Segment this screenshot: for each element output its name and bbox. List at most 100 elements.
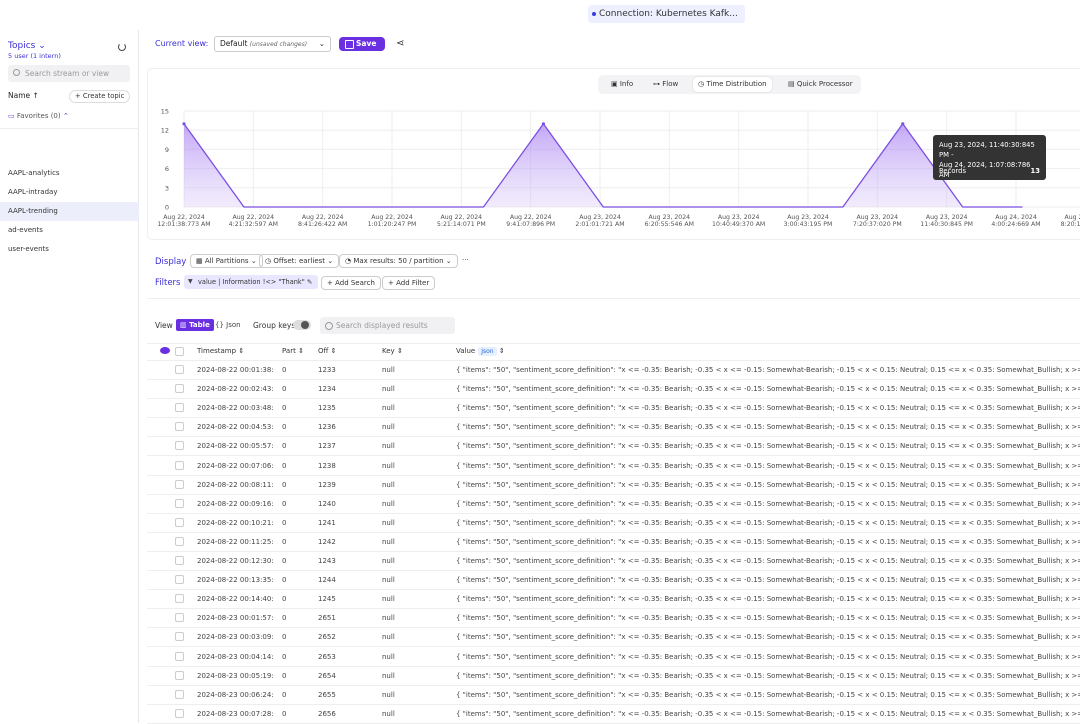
row-checkbox[interactable] [175,365,184,374]
info-icon: ▣ [611,80,618,88]
row-checkbox[interactable] [175,403,184,413]
cell-value: { "items": "50", "sentiment_score_defini… [456,366,1080,374]
row-checkbox[interactable] [175,384,184,394]
table-row[interactable]: 2024-08-23 00:04:14:261 0 2653 null { "items… [147,648,1080,667]
x-tick-time: 9:41:07:896 PM [506,221,555,228]
view-select[interactable]: Default (unsaved changes) ⌄ [214,36,331,52]
row-checkbox[interactable] [175,613,184,623]
sort-by-name[interactable]: Name ↑ [8,91,39,100]
x-tick-date: Aug 23, 2024 [579,214,621,221]
table-row[interactable]: 2024-08-22 00:10:21:032 0 1241 null { "items… [147,514,1080,533]
table-row[interactable]: 2024-08-23 00:06:24:159 0 2655 null { "items… [147,686,1080,705]
topics-dropdown[interactable]: Topics ⌄ [8,41,46,51]
partitions-dropdown[interactable]: ▦ All Partitions ⌄ [190,254,263,268]
connection-badge[interactable]: Connection: Kubernetes Kafk... [588,5,745,23]
max-results-dropdown[interactable]: ◔ Max results: 50 / partition ⌄ [339,254,458,268]
row-checkbox[interactable] [175,632,184,642]
sort-icon: ⇕ [298,347,304,355]
table-row[interactable]: 2024-08-22 00:05:57:933 0 1237 null { "items… [147,437,1080,457]
table-row[interactable]: 2024-08-23 00:03:09:301 0 2652 null { "items… [147,628,1080,648]
row-checkbox[interactable] [175,556,184,565]
filter-chip[interactable]: value | Information !<> "Thank" ✎ [184,275,319,289]
eye-icon[interactable] [160,347,170,354]
group-keys-toggle[interactable] [293,320,311,330]
sidebar-item-aapl-analytics[interactable]: AAPL-analytics [0,164,139,183]
row-checkbox[interactable] [175,670,184,680]
sidebar-item-user-events[interactable]: user-events [0,240,139,259]
row-checkbox[interactable] [175,498,184,508]
col-offset[interactable]: Off ⇕ [318,347,336,355]
row-checkbox[interactable] [175,422,184,432]
cell-part: 0 [282,499,287,508]
table-row[interactable]: 2024-08-22 00:14:40:209 0 1245 null { "items… [147,590,1080,610]
data-point[interactable] [541,122,545,126]
x-tick-time: 8:41:26:422 AM [298,221,347,228]
save-button[interactable]: Save [339,37,385,51]
add-filter-button[interactable]: + Add Filter [382,276,436,290]
y-tick-label: 0 [165,204,169,212]
row-checkbox[interactable] [175,517,184,527]
cell-timestamp: 2024-08-22 00:01:38:773 [197,366,273,374]
cell-key: null [382,595,395,604]
filters-label: Filters [155,278,181,288]
topic-search-input[interactable]: Search stream or view [8,65,130,82]
table-row[interactable]: 2024-08-22 00:08:11:519 0 1239 null { "items… [147,476,1080,495]
edit-icon[interactable]: ✎ [307,278,313,286]
row-checkbox[interactable] [175,594,184,604]
table-row[interactable]: 2024-08-22 00:04:53:177 0 1236 null { "items… [147,418,1080,438]
col-value[interactable]: Value Json ⇕ [456,347,505,356]
flow-icon: ⊶ [653,80,660,88]
y-tick-label: 6 [165,165,169,173]
cell-part: 0 [282,518,287,527]
col-key[interactable]: Key ⇕ [382,347,403,355]
cell-value: { "items": "50", "sentiment_score_defini… [456,461,1080,470]
y-tick-label: 9 [165,146,169,154]
row-checkbox[interactable] [175,651,184,661]
table-view-button[interactable]: ▥ Table [176,319,214,331]
chevron-down-icon: ⌄ [318,39,325,48]
refresh-icon[interactable] [118,43,126,51]
row-checkbox[interactable] [175,479,184,489]
data-point[interactable] [182,122,186,126]
cell-value: { "items": "50", "sentiment_score_defini… [456,537,1080,546]
chevron-down-icon: ⌄ [445,257,452,265]
row-checkbox[interactable] [175,575,184,585]
results-search-input[interactable]: Search displayed results [320,317,455,334]
sidebar-item-aapl-trending[interactable]: AAPL-trending [0,202,139,221]
more-options-icon[interactable]: ··· [457,254,474,268]
row-checkbox[interactable] [175,441,184,451]
table-row[interactable]: 2024-08-22 00:12:30:532 0 1243 null { "items… [147,552,1080,571]
col-timestamp[interactable]: Timestamp ⇕ [197,347,244,355]
table-row[interactable]: 2024-08-22 00:09:16:220 0 1240 null { "items… [147,495,1080,514]
data-point[interactable] [901,122,905,126]
favorites-folder[interactable]: ▭ Favorites (0) ⌃ [8,112,69,120]
cell-offset: 2656 [318,709,336,718]
tab-quick-processor[interactable]: ▤ Quick Processor [783,77,858,92]
sidebar-item-ad-events[interactable]: ad-events [0,221,139,240]
select-all-checkbox[interactable] [175,347,184,356]
tab-flow[interactable]: ⊶ Flow [648,77,683,92]
table-row[interactable]: 2024-08-23 00:05:19:321 0 2654 null { "items… [147,667,1080,686]
row-checkbox[interactable] [175,460,184,470]
table-row[interactable]: 2024-08-22 00:13:35:355 0 1244 null { "items… [147,571,1080,591]
table-row[interactable]: 2024-08-23 00:07:28:932 0 2656 null { "items… [147,705,1080,724]
offset-dropdown[interactable]: ◷ Offset: earliest ⌄ [259,254,340,268]
cell-value: { "items": "50", "sentiment_score_defini… [456,671,1080,680]
json-view-button[interactable]: {} Json [215,321,241,329]
table-row[interactable]: 2024-08-22 00:11:25:784 0 1242 null { "items… [147,533,1080,552]
table-row[interactable]: 2024-08-22 00:07:06:812 0 1238 null { "items… [147,457,1080,476]
table-row[interactable]: 2024-08-23 00:01:57:933 0 2651 null { "items… [147,609,1080,629]
tab-info[interactable]: ▣ Info [606,77,638,92]
add-search-button[interactable]: + Add Search [321,276,381,290]
share-icon[interactable]: ⋖ [396,38,404,49]
row-checkbox[interactable] [175,536,184,546]
row-checkbox[interactable] [175,708,184,718]
sidebar-item-aapl-intraday[interactable]: AAPL-intraday [0,183,139,202]
table-row[interactable]: 2024-08-22 00:03:48:437 0 1235 null { "items… [147,399,1080,419]
table-row[interactable]: 2024-08-22 00:02:43:646 0 1234 null { "items… [147,380,1080,400]
table-row[interactable]: 2024-08-22 00:01:38:773 0 1233 null { "items… [147,361,1080,380]
create-topic-button[interactable]: + Create topic [69,90,131,103]
col-part[interactable]: Part ⇕ [282,347,304,355]
tab-time-distribution[interactable]: ◷ Time Distribution [693,77,772,92]
row-checkbox[interactable] [175,689,184,699]
